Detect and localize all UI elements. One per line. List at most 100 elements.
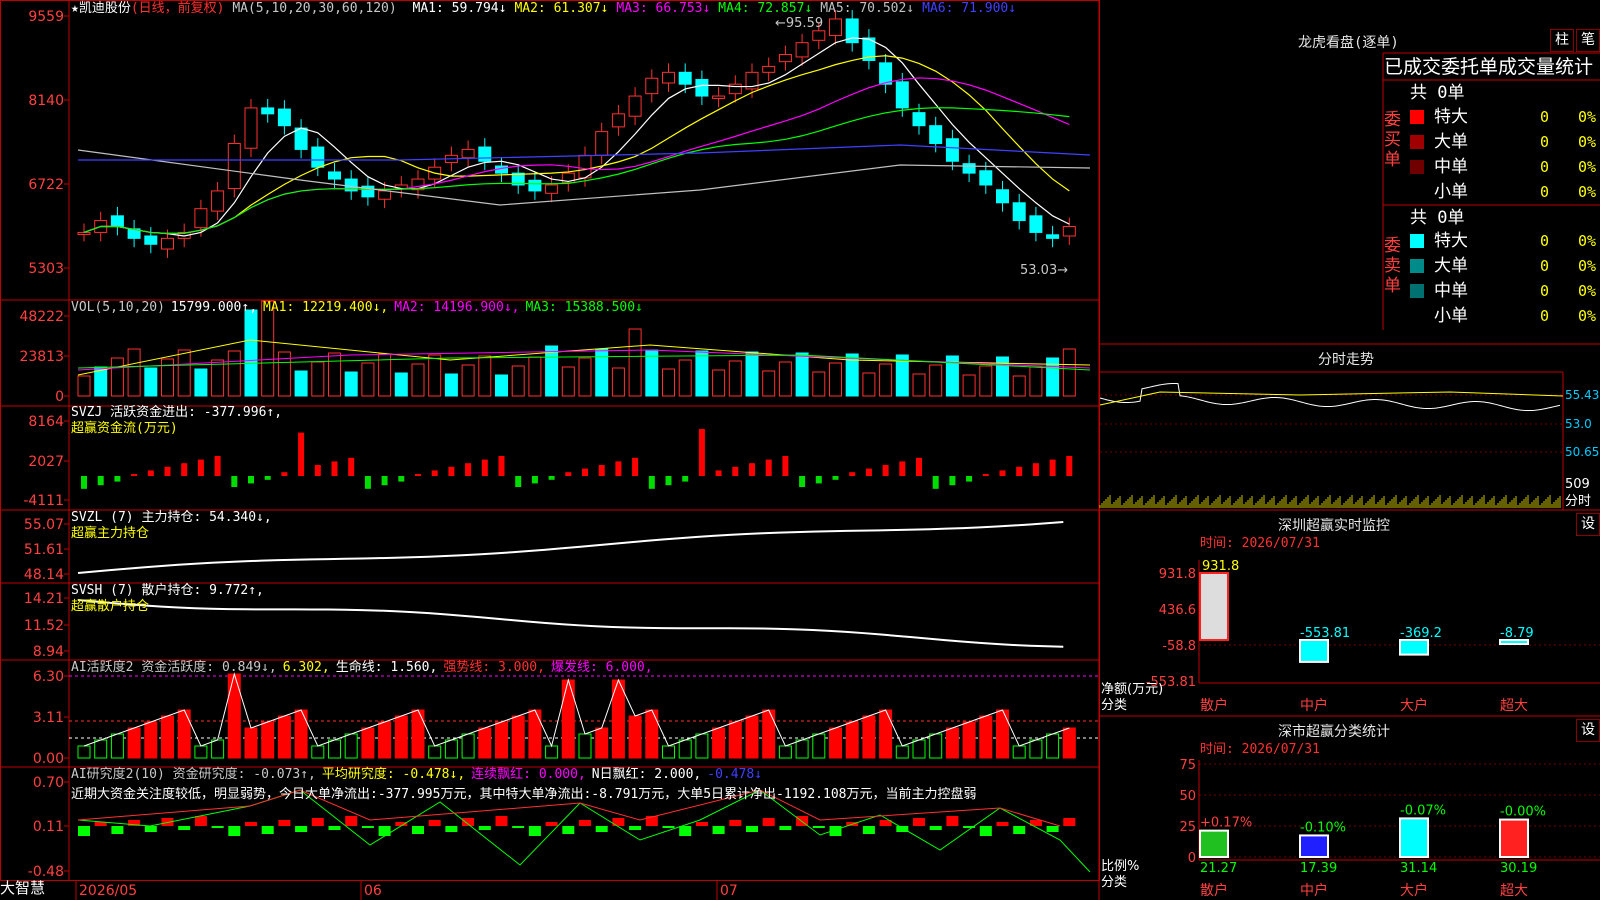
research-bar (194, 816, 207, 826)
category-swatch (1410, 185, 1424, 199)
flow-bar (398, 476, 405, 482)
candle-body (912, 112, 926, 127)
candle-body (161, 237, 174, 250)
activity-bar (361, 727, 375, 759)
class-y-tick: 75 (1179, 758, 1196, 773)
candle-body (812, 30, 826, 41)
research-bar (746, 826, 758, 832)
flow-bar (515, 476, 522, 487)
research-bar (512, 826, 525, 828)
y-tick-label: -4111 (23, 493, 64, 509)
y-tick-label: 8.94 (33, 644, 64, 660)
y-tick-label: -0.48 (28, 864, 64, 880)
candle-body (678, 71, 692, 85)
flow-bar (882, 465, 889, 476)
minute-price-label: 50.65 (1565, 445, 1599, 459)
class-y-tick: 0 (1188, 851, 1196, 866)
candle-body (294, 127, 308, 150)
activity-bar (762, 709, 776, 759)
volume-bar (461, 364, 475, 397)
candle-body (378, 190, 392, 200)
y-tick-label: 0.11 (33, 819, 64, 835)
tick-view-button[interactable]: 笔 (1576, 29, 1600, 52)
svsh-value: SVSH (7) 散户持仓: 9.772↑, (71, 583, 264, 598)
candle-body (879, 62, 893, 85)
volume-bar (344, 371, 358, 397)
research-bar (812, 826, 825, 828)
svzl-legend: SVZL (7) 主力持仓: 54.340↓, 超赢主力持仓 (71, 510, 272, 542)
activity-bar (1062, 727, 1076, 759)
column-view-button[interactable]: 柱 (1550, 29, 1574, 52)
class-value-label: 30.19 (1500, 861, 1537, 876)
sz-monitor-settings-button[interactable]: 设 (1576, 513, 1600, 536)
monitor-y-tick: 436.6 (1159, 603, 1196, 618)
research-bar (428, 820, 441, 826)
activity-bar (311, 745, 325, 759)
research-comment: 近期大资金关注度较低，明显弱势，今日大单净流出:-377.995万元，其中特大单… (71, 787, 977, 802)
category-pct: 0% (1578, 183, 1597, 201)
monitor-bar (1199, 572, 1229, 641)
y-tick-label: 0.00 (33, 751, 64, 767)
volume-bar (528, 356, 542, 397)
y-tick-label: 23813 (19, 349, 64, 365)
flow-bar (281, 472, 288, 476)
research-bar (228, 826, 241, 836)
candle-body (712, 95, 726, 99)
category-swatch (1410, 160, 1424, 174)
indicator-charts[interactable]: 9559 8140 6722 5303 48222 23813 0 8164 2027 -4111… (0, 0, 1600, 900)
research-bar (1063, 818, 1076, 826)
research-bar (211, 826, 224, 828)
period-label[interactable]: (日线，前复权) (131, 1, 225, 16)
volume-bar (561, 366, 575, 397)
app-label: 大智慧 (0, 879, 46, 897)
volume-bar (511, 365, 525, 397)
candle-body (628, 95, 642, 117)
flow-bar (648, 476, 655, 489)
activity-bar (595, 727, 609, 759)
volume-bar (211, 359, 225, 397)
legend-item: 平均研究度: -0.478↓, (321, 767, 466, 782)
flow-bar (999, 470, 1006, 476)
activity-bar (110, 733, 124, 759)
ai-active-legend: AI活跃度2 资金活跃度: 0.849↓, 6.302, 生命线: 1.560, 强势… (71, 660, 659, 676)
flow-bar (698, 429, 705, 476)
research-bar (261, 826, 274, 834)
high-price-label: ←95.59 (775, 16, 823, 31)
monitor-bar-label: -8.79 (1500, 626, 1534, 641)
category-label: 大单 (1434, 132, 1468, 152)
flow-bar (431, 470, 438, 476)
activity-bar (929, 733, 943, 759)
activity-bar (394, 715, 408, 759)
activity-bar (879, 709, 893, 759)
volume-bar (1012, 375, 1026, 397)
class-value-label: 17.39 (1300, 861, 1337, 876)
volume-bar (628, 328, 642, 397)
activity-bar (127, 727, 141, 759)
candle-body (595, 131, 609, 156)
legend-item: 爆发线: 6.000, (550, 660, 653, 675)
flow-bar (715, 470, 722, 476)
flow-bar (214, 456, 221, 476)
flow-bar (531, 476, 538, 484)
research-bar (946, 816, 959, 826)
minute-avg-line (1099, 391, 1564, 406)
x-axis-label: 06 (364, 883, 382, 899)
candle-body (695, 78, 709, 97)
flow-bar (615, 461, 622, 476)
volume-bar (311, 361, 325, 397)
favorite-star-icon[interactable]: ★ (71, 1, 79, 16)
volume-bar (795, 352, 809, 397)
research-bar (929, 826, 942, 830)
research-bar (111, 826, 124, 834)
category-label: 大单 (1434, 256, 1468, 276)
category-pct: 0% (1578, 307, 1597, 325)
category-pct: 0% (1578, 133, 1597, 151)
activity-bar (628, 715, 642, 759)
sz-class-settings-button[interactable]: 设 (1576, 719, 1600, 742)
y-tick-label: 9559 (28, 9, 64, 25)
research-bar (862, 826, 875, 834)
buy-total: 共 0单 (1410, 83, 1465, 103)
monitor-bar (1299, 639, 1329, 663)
volume-bar (812, 371, 826, 397)
volume-legend: VOL(5,10,20) 15799.000↑, MA1: 12219.400↓, M… (71, 300, 649, 316)
